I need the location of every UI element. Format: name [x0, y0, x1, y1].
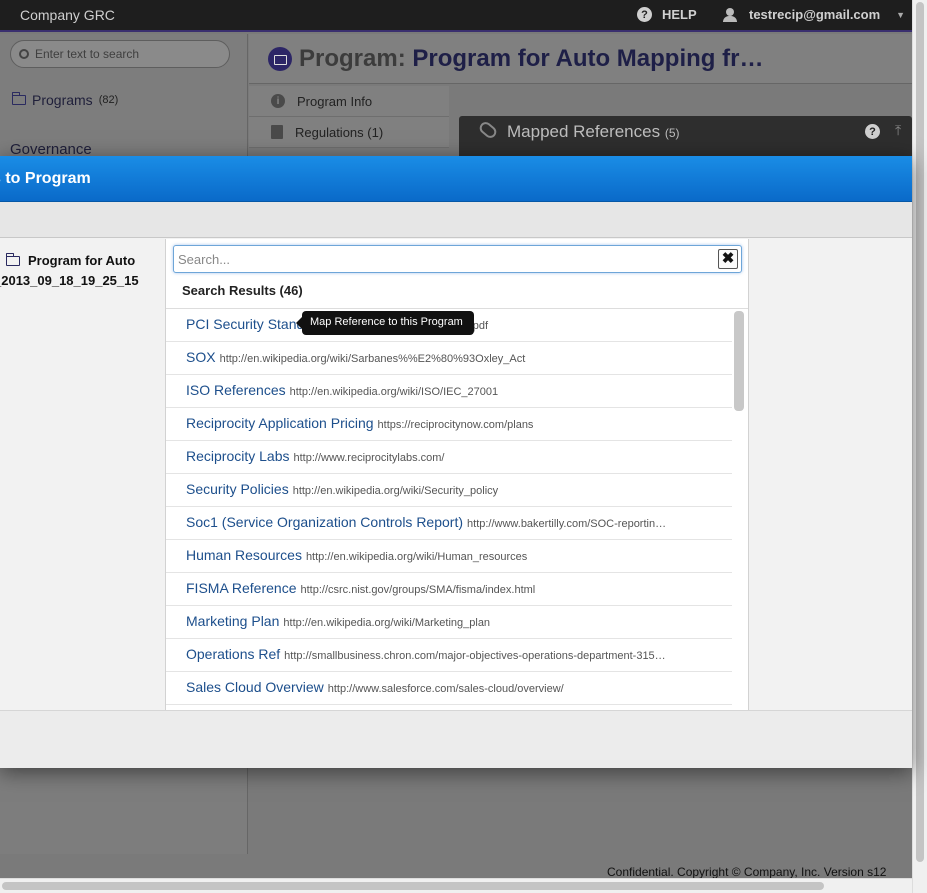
result-row[interactable]: Reciprocity Application Pricing https://r…	[166, 408, 732, 441]
search-box: ✖	[173, 245, 742, 273]
sidebar-item-label: Programs	[32, 92, 93, 108]
mapped-references-count: (5)	[664, 126, 680, 140]
modal-header: s to Program	[0, 156, 912, 202]
search-icon	[19, 49, 29, 59]
result-url: http://www.bakertilly.com/SOC-reportin…	[467, 518, 667, 530]
result-row[interactable]: ISO References http://en.wikipedia.org/wi…	[166, 375, 732, 408]
user-email: testrecip@gmail.com	[749, 7, 881, 22]
page-title: Program: Program for Auto Mapping fr…	[299, 45, 763, 73]
modal-footer	[0, 710, 912, 768]
page-vertical-scrollbar[interactable]	[912, 0, 927, 893]
result-url: https://reciprocitynow.com/plans	[377, 419, 534, 431]
result-title-link[interactable]: Sales Cloud Overview	[186, 679, 324, 695]
result-url: http://en.wikipedia.org/wiki/ISO/IEC_270…	[289, 386, 499, 398]
help-icon: ?	[637, 7, 652, 22]
program-nav: i Program Info Regulations (1)	[249, 86, 449, 148]
info-icon: i	[271, 94, 285, 108]
chevron-down-icon: ▼	[896, 9, 906, 20]
sidebar-search-placeholder: Enter text to search	[35, 47, 140, 61]
result-row[interactable]: Reciprocity Labs http://www.reciprocityla…	[166, 441, 732, 474]
result-title-link[interactable]: Reciprocity Application Pricing	[186, 415, 374, 431]
result-title-link[interactable]: Marketing Plan	[186, 613, 279, 629]
scrollbar-thumb[interactable]	[2, 882, 824, 890]
brand-logo[interactable]: Company GRC	[20, 7, 115, 23]
page-title-name: Program for Auto Mapping fr…	[412, 45, 764, 72]
modal-toolbar	[0, 202, 912, 238]
search-results-list: PCI Security Standdards.org/documents/pc…	[166, 309, 732, 710]
result-url: http://www.salesforce.com/sales-cloud/ov…	[327, 683, 564, 695]
document-icon	[271, 125, 283, 139]
result-title-link[interactable]: Soc1 (Service Organization Controls Repo…	[186, 514, 463, 530]
map-reference-tooltip: Map Reference to this Program	[296, 311, 474, 335]
top-navbar: Company GRC ? HELP testrecip@gmail.com ▼	[0, 0, 912, 32]
sidebar-search-input[interactable]: Enter text to search	[10, 40, 230, 68]
paperclip-icon	[477, 119, 499, 141]
result-row[interactable]: Marketing Plan http://en.wikipedia.org/wi…	[166, 606, 732, 639]
folder-icon	[12, 92, 26, 105]
modal-body: Program for Auto _2013_09_18_19_25_15 ✖ …	[0, 239, 912, 710]
footer-copyright: Confidential. Copyright © Company, Inc. …	[607, 865, 887, 879]
result-url: http://en.wikipedia.org/wiki/Security_po…	[292, 485, 499, 497]
result-title-link[interactable]: Security Policies	[186, 481, 289, 497]
result-row[interactable]: FISMA Reference http://csrc.nist.gov/grou…	[166, 573, 732, 606]
search-results-panel: ✖ Search Results (46) PCI Security Stand…	[165, 239, 749, 710]
help-label: HELP	[662, 7, 697, 22]
modal-title: s to Program	[0, 170, 91, 187]
folder-icon	[6, 253, 20, 266]
help-icon[interactable]: ?	[865, 124, 880, 139]
tree-item-sublabel: _2013_09_18_19_25_15	[0, 273, 139, 288]
search-results-count: Search Results (46)	[166, 279, 748, 309]
result-url: http://en.wikipedia.org/wiki/Sarbanes%%E…	[219, 353, 526, 365]
nav-item-label: Regulations (1)	[295, 124, 384, 140]
user-menu[interactable]: testrecip@gmail.com ▼	[723, 7, 905, 22]
result-title-link[interactable]: FISMA Reference	[186, 580, 297, 596]
result-row[interactable]: Soc1 (Service Organization Controls Repo…	[166, 507, 732, 540]
map-references-modal: s to Program Program for Auto _2013_09_1…	[0, 156, 912, 768]
program-header: Program: Program for Auto Mapping fr…	[249, 34, 912, 84]
result-url: http://smallbusiness.chron.com/major-obj…	[284, 650, 666, 662]
program-icon	[268, 47, 292, 71]
results-scrollbar-thumb[interactable]	[734, 311, 744, 411]
mapped-references-panel: Mapped References (5) ? ⤒	[459, 116, 912, 156]
sidebar-item-programs[interactable]: Programs (82)	[12, 92, 118, 108]
result-title-link[interactable]: Operations Ref	[186, 646, 280, 662]
result-row[interactable]: SOX http://en.wikipedia.org/wiki/Sarbanes…	[166, 342, 732, 375]
nav-item-program-info[interactable]: i Program Info	[249, 86, 449, 117]
nav-item-regulations[interactable]: Regulations (1)	[249, 117, 449, 148]
tree-item-label: Program for Auto	[28, 253, 136, 268]
page-title-label: Program:	[299, 45, 406, 72]
result-row[interactable]: Sales Cloud Overview http://www.salesforc…	[166, 672, 732, 705]
result-title-link[interactable]: PCI Security Stand	[186, 316, 304, 332]
result-row[interactable]: Operations Ref http://smallbusiness.chron…	[166, 639, 732, 672]
nav-item-label: Program Info	[297, 93, 373, 109]
help-link[interactable]: ? HELP	[637, 7, 697, 22]
sidebar-item-count: (82)	[98, 94, 119, 106]
collapse-top-icon[interactable]: ⤒	[895, 122, 901, 139]
result-url: http://csrc.nist.gov/groups/SMA/fisma/in…	[300, 584, 536, 596]
result-title-link[interactable]: ISO References	[186, 382, 286, 398]
result-url: http://www.reciprocitylabs.com/	[293, 452, 445, 464]
mapped-references-title: Mapped References (5)	[507, 122, 680, 142]
search-input[interactable]	[178, 250, 708, 268]
result-row[interactable]: Human Resources http://en.wikipedia.org/w…	[166, 540, 732, 573]
result-row[interactable]: Security Policies http://en.wikipedia.org…	[166, 474, 732, 507]
result-title-link[interactable]: SOX	[186, 349, 216, 365]
page-horizontal-scrollbar[interactable]	[0, 878, 912, 893]
result-url: http://en.wikipedia.org/wiki/Marketing_p…	[283, 617, 491, 629]
result-title-link[interactable]: Human Resources	[186, 547, 302, 563]
user-icon	[723, 7, 737, 22]
mapped-references-label: Mapped References	[507, 122, 661, 141]
program-tree-item[interactable]: Program for Auto _2013_09_18_19_25_15	[0, 251, 139, 291]
clear-search-button[interactable]: ✖	[718, 249, 738, 269]
result-title-link[interactable]: Reciprocity Labs	[186, 448, 290, 464]
scrollbar-thumb[interactable]	[916, 2, 924, 862]
result-url: http://en.wikipedia.org/wiki/Human_resou…	[305, 551, 528, 563]
